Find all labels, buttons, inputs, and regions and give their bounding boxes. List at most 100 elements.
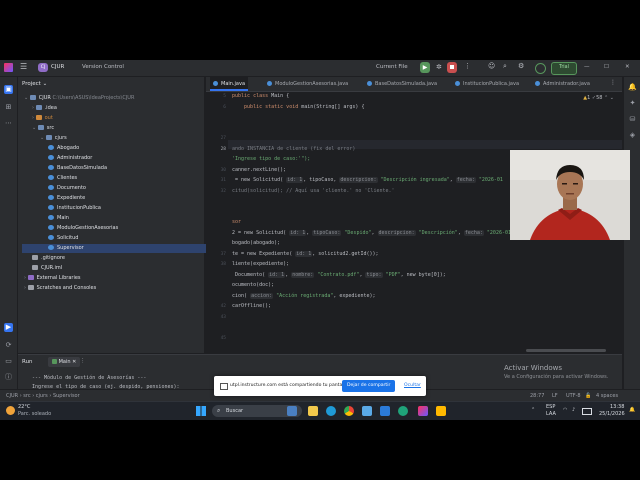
hamburger-menu-icon[interactable]: ☰ (20, 62, 27, 71)
tree-item[interactable]: Documento (48, 184, 86, 193)
tree-item[interactable]: InstitucionPublica (48, 204, 101, 213)
close-icon[interactable]: ✕ (625, 64, 630, 70)
breadcrumb-item[interactable]: CJUR (6, 393, 18, 399)
debug-icon[interactable]: ✲ (436, 63, 442, 71)
editor-tab[interactable]: ModuloGestionAsesorias.java (264, 77, 351, 91)
tree-item[interactable]: › External Libraries (24, 274, 81, 283)
close-tab-icon[interactable]: ✕ (72, 359, 76, 365)
tree-item[interactable]: › Scratches and Consoles (24, 284, 96, 293)
run-config-select[interactable]: Current File (376, 64, 408, 70)
tree-item[interactable]: ⌄ cjurs (40, 134, 67, 143)
ai-assistant-icon[interactable] (535, 63, 546, 74)
breadcrumb-item[interactable]: src (23, 393, 30, 399)
project-switcher[interactable]: CJUR (51, 64, 64, 70)
clock-date[interactable]: 25/1/2026 (599, 411, 625, 417)
run-button[interactable]: ▶ (420, 62, 430, 73)
minimize-icon[interactable]: — (584, 64, 590, 70)
project-panel-title[interactable]: Project ⌄ (22, 81, 47, 87)
more-actions-icon[interactable]: ⋮ (464, 62, 471, 70)
horizontal-scrollbar[interactable] (526, 349, 606, 352)
project-badge[interactable]: CJ (38, 63, 48, 72)
maximize-icon[interactable]: ☐ (604, 64, 609, 70)
terminal-icon[interactable]: ▭ (4, 357, 13, 366)
edge-dev-icon[interactable] (398, 406, 408, 416)
tree-item-label: .gitignore (41, 255, 65, 261)
code-line: sor (232, 218, 241, 227)
tree-item[interactable]: .gitignore (32, 254, 65, 263)
tree-item[interactable]: ModuloGestionAsesorias (48, 224, 118, 233)
editor-tab[interactable]: Administrador.java (532, 77, 593, 91)
tree-item[interactable]: Main (48, 214, 69, 223)
editor-tab[interactable]: InstitucionPublica.java (452, 77, 522, 91)
more-tabs-icon[interactable]: ⋮ (610, 79, 616, 86)
language-indicator-sub[interactable]: LAA (546, 411, 556, 417)
run-options-icon[interactable]: ⋮ (80, 358, 86, 364)
run-tool-icon[interactable]: ▶ (4, 323, 13, 332)
code-token: "Acción registrada" (273, 292, 334, 299)
indent-setting[interactable]: 4 spaces (596, 393, 618, 399)
gradle-icon[interactable]: ◈ (628, 131, 637, 140)
volume-icon[interactable]: ♪ (572, 407, 575, 413)
tree-item[interactable]: Abogado (48, 144, 79, 153)
editor-tab-label: ModuloGestionAsesorias.java (275, 81, 349, 87)
search-icon[interactable]: ⌕ (503, 62, 507, 71)
more-tools-icon[interactable]: ⋯ (4, 119, 13, 128)
tree-item[interactable]: Solicitud (48, 234, 78, 243)
trial-button[interactable]: Trial (551, 62, 577, 75)
tree-item[interactable]: BaseDatosSimulada (48, 164, 107, 173)
stop-sharing-button[interactable]: Dejar de compartir (342, 380, 396, 392)
stop-button[interactable] (447, 62, 457, 73)
ai-chat-icon[interactable]: ✦ (628, 99, 637, 108)
problems-icon[interactable]: ⓘ (4, 373, 13, 382)
tree-item[interactable]: Administrador (48, 154, 92, 163)
breadcrumb-item[interactable]: Supervisor (53, 393, 80, 399)
intellij-icon[interactable] (418, 406, 428, 416)
breadcrumb-item[interactable]: cjurs (36, 393, 48, 399)
clock-time[interactable]: 13:38 (610, 404, 624, 410)
tree-root[interactable]: ⌄ CJUR C:\Users\ASUS\IdeaProjects\CJUR (24, 94, 134, 103)
tree-expand-icon[interactable]: ⌄ (40, 135, 46, 141)
store-bag-icon[interactable] (436, 406, 446, 416)
tree-item[interactable]: ⌄ src (32, 124, 54, 133)
chrome-browser-icon[interactable] (344, 406, 354, 416)
tree-item[interactable]: › .idea (32, 104, 57, 113)
lock-icon[interactable]: 🔓 (585, 393, 591, 399)
run-tab-main[interactable]: Main ✕ (48, 357, 81, 367)
weather-icon[interactable] (6, 406, 15, 415)
tree-item[interactable]: › out (32, 114, 53, 123)
start-windows-icon[interactable] (196, 406, 206, 416)
tree-item[interactable]: Clientes (48, 174, 77, 183)
tree-item[interactable]: Supervisor (22, 244, 224, 253)
caret-position[interactable]: 28:77 (530, 393, 544, 399)
store-icon[interactable] (362, 406, 372, 416)
notification-bell-icon[interactable]: 🔔 (629, 407, 635, 413)
mail-icon[interactable] (380, 406, 390, 416)
editor-tab[interactable]: BaseDatosSimulada.java (364, 77, 440, 91)
widgets-app-icon[interactable] (287, 406, 297, 416)
weather-temp[interactable]: 22°C (18, 404, 30, 410)
notifications-icon[interactable]: 🔔 (628, 83, 637, 92)
vcs-menu[interactable]: Version Control (82, 64, 124, 70)
file-encoding[interactable]: UTF-8 (566, 393, 581, 399)
settings-gear-icon[interactable]: ⚙ (518, 62, 524, 70)
collab-icon[interactable]: ☺ (488, 62, 495, 70)
wifi-icon[interactable]: ◠ (563, 407, 567, 413)
tree-item[interactable]: CJUR.iml (32, 264, 62, 273)
hide-share-bar-link[interactable]: Ocultar (404, 383, 421, 388)
file-explorer-icon[interactable] (308, 406, 318, 416)
tray-chevron-icon[interactable]: ⌃ (531, 407, 535, 413)
battery-icon[interactable] (582, 408, 592, 415)
structure-icon[interactable]: ⊞ (4, 103, 13, 112)
editor-tab[interactable]: Main.java (210, 77, 249, 91)
tree-item[interactable]: Expediente (48, 194, 85, 203)
weather-desc[interactable]: Parc. soleado (18, 411, 51, 417)
edge-browser-icon[interactable] (326, 406, 336, 416)
line-number: 38 (220, 262, 226, 267)
java-class-icon (213, 81, 218, 86)
database-icon[interactable]: ⛁ (628, 115, 637, 124)
tree-expand-icon[interactable]: ⌄ (32, 125, 38, 131)
language-indicator[interactable]: ESP (546, 404, 555, 410)
line-separator[interactable]: LF (552, 393, 558, 399)
services-icon[interactable]: ⟳ (4, 341, 13, 350)
project-folder-icon[interactable]: ▣ (4, 85, 13, 94)
